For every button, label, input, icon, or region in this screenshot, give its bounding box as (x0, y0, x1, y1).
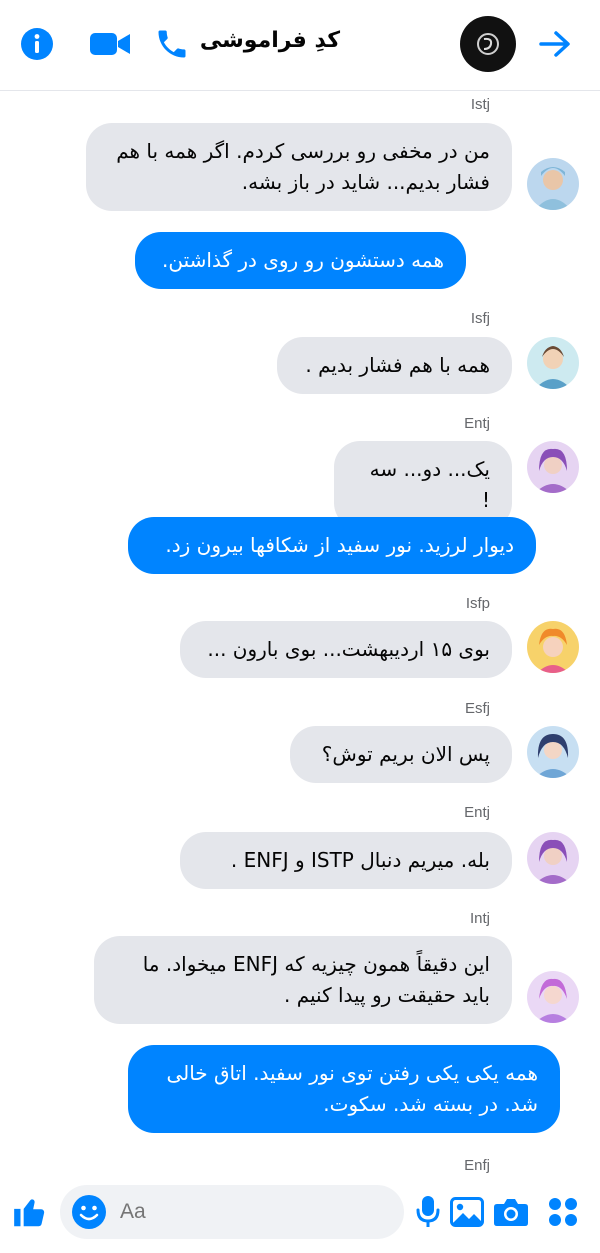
avatar[interactable] (527, 726, 579, 778)
conversation-title: کدِ فراموشی (199, 28, 340, 53)
forward-arrow-icon[interactable] (535, 24, 575, 64)
message-bubble[interactable]: بله. میریم دنبال ISTP و ENFJ . (180, 832, 512, 889)
sender-name: Intj (469, 910, 490, 927)
apps-icon[interactable] (543, 1191, 583, 1233)
message-bubble[interactable]: این دقیقاً همون چیزیه که ENFJ میخواد. ما… (94, 936, 512, 1024)
group-avatar[interactable] (460, 16, 516, 72)
sender-name: Entj (464, 804, 490, 821)
sender-name: Entj (464, 415, 490, 432)
message-bubble[interactable]: پس الان بریم توش؟ (290, 726, 512, 783)
message-composer (0, 1181, 600, 1253)
message-input-container[interactable] (60, 1185, 404, 1239)
info-icon[interactable] (19, 24, 55, 64)
message-bubble[interactable]: همه یکی یکی رفتن توی نور سفید. اتاق خالی… (128, 1045, 560, 1133)
sender-name: Isfj (470, 310, 490, 327)
microphone-icon[interactable] (410, 1191, 446, 1233)
like-icon[interactable] (10, 1191, 50, 1233)
video-call-icon[interactable] (88, 24, 132, 64)
emoji-icon[interactable] (70, 1193, 108, 1231)
avatar[interactable] (527, 621, 579, 673)
camera-icon[interactable] (491, 1191, 531, 1233)
message-bubble[interactable]: یک... دو... سه ! (334, 441, 512, 529)
phone-icon[interactable] (154, 24, 190, 64)
avatar[interactable] (527, 158, 579, 210)
avatar[interactable] (527, 441, 579, 493)
avatar[interactable] (527, 832, 579, 884)
message-input[interactable] (118, 1199, 372, 1225)
gallery-icon[interactable] (447, 1191, 487, 1233)
sender-name: Esfj (464, 700, 490, 717)
message-list[interactable]: Istj من در مخفی رو بررسی کردم. اگر همه ب… (0, 91, 600, 1181)
message-bubble[interactable]: همه با هم فشار بدیم . (277, 337, 512, 394)
sender-name: Isfp (465, 595, 490, 612)
sender-name: Istj (470, 96, 490, 113)
message-bubble[interactable]: دیوار لرزید. نور سفید از شکافها بیرون زد… (128, 517, 536, 574)
message-bubble[interactable]: من در مخفی رو بررسی کردم. اگر همه با هم … (86, 123, 512, 211)
message-bubble[interactable]: همه دستشون رو روی در گذاشتن. (135, 232, 466, 289)
message-bubble[interactable]: بوی ۱۵ اردیبهشت... بوی بارون ... (180, 621, 512, 678)
avatar[interactable] (527, 971, 579, 1023)
avatar[interactable] (527, 337, 579, 389)
sender-name: Enfj (464, 1157, 490, 1174)
conversation-header: کدِ فراموشی (0, 0, 600, 91)
